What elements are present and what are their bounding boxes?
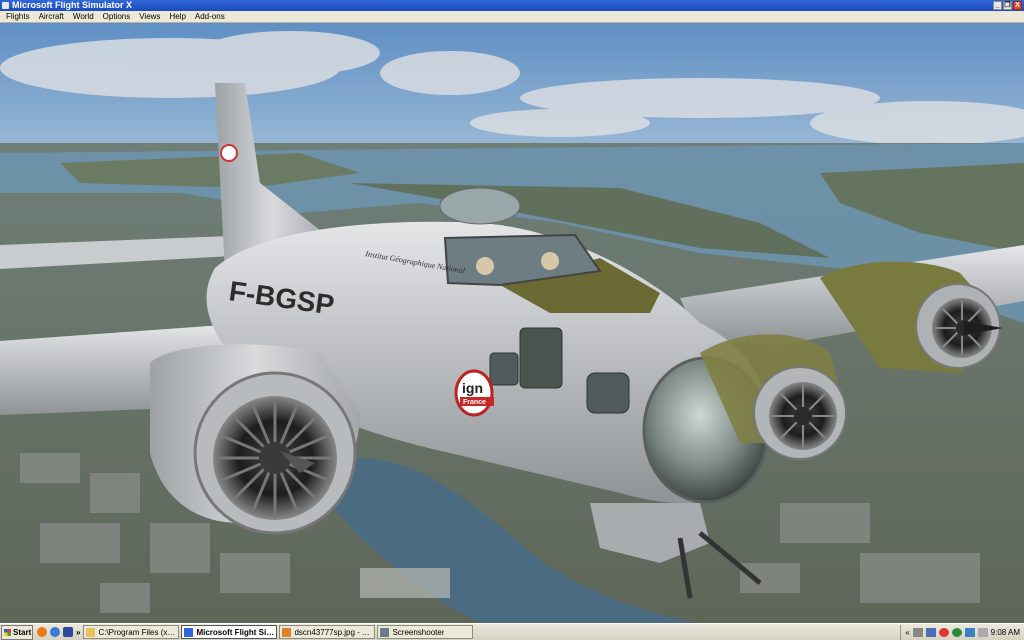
security-icon[interactable] [938, 627, 949, 637]
top-turret [439, 187, 521, 225]
task-flight-simulator[interactable]: Microsoft Flight Simul... [181, 625, 278, 639]
browser-icon[interactable] [50, 627, 60, 637]
title-bar: Microsoft Flight Simulator X _ ❒ X [0, 0, 1024, 11]
show-desktop-icon[interactable] [63, 627, 73, 637]
svg-text:ign: ign [462, 380, 483, 396]
windows-logo-icon [4, 628, 11, 636]
quick-launch-overflow[interactable]: » [76, 628, 80, 637]
network-icon[interactable] [912, 627, 923, 637]
app-icon [2, 2, 9, 9]
fsx-icon [184, 627, 194, 637]
menu-options[interactable]: Options [103, 12, 131, 21]
quick-launch [37, 627, 73, 637]
clock[interactable]: 9:08 AM [991, 628, 1020, 637]
menu-add-ons[interactable]: Add-ons [195, 12, 225, 21]
taskbar: Start » C:\Program Files (x86)\M... Micr… [0, 623, 1024, 640]
menu-world[interactable]: World [73, 12, 94, 21]
folder-icon [86, 627, 96, 637]
menu-aircraft[interactable]: Aircraft [39, 12, 64, 21]
ign-logo: ign France [454, 369, 494, 417]
close-button[interactable]: X [1013, 1, 1022, 10]
firefox-icon[interactable] [37, 627, 47, 637]
task-screenshooter[interactable]: Screenshooter [377, 625, 474, 639]
system-tray: « 9:08 AM [900, 624, 1024, 640]
start-label: Start [13, 627, 32, 637]
flight-scene-viewport[interactable]: F-BGSP Institut Géographique National ig… [0, 23, 1024, 623]
task-explorer[interactable]: C:\Program Files (x86)\M... [83, 625, 180, 639]
menu-bar: Flights Aircraft World Options Views Hel… [0, 11, 1024, 23]
volume-icon[interactable] [925, 627, 936, 637]
bluetooth-icon[interactable] [964, 627, 975, 637]
menu-flights[interactable]: Flights [6, 12, 30, 21]
task-acdsee[interactable]: dscn43777sp.jpg - ACDS... [279, 625, 376, 639]
update-icon[interactable] [951, 627, 962, 637]
minimize-button[interactable]: _ [993, 1, 1002, 10]
window-controls: _ ❒ X [993, 1, 1022, 10]
svg-text:France: France [463, 399, 486, 406]
camera-icon [380, 627, 390, 637]
power-icon[interactable] [977, 627, 988, 637]
image-viewer-icon [282, 627, 292, 637]
restore-button[interactable]: ❒ [1003, 1, 1012, 10]
tray-overflow-button[interactable]: « [905, 628, 909, 637]
window-title: Microsoft Flight Simulator X [12, 0, 133, 10]
menu-help[interactable]: Help [169, 12, 185, 21]
menu-views[interactable]: Views [139, 12, 160, 21]
start-button[interactable]: Start [1, 624, 33, 640]
scene-render: F-BGSP Institut Géographique National ig… [0, 23, 1024, 623]
